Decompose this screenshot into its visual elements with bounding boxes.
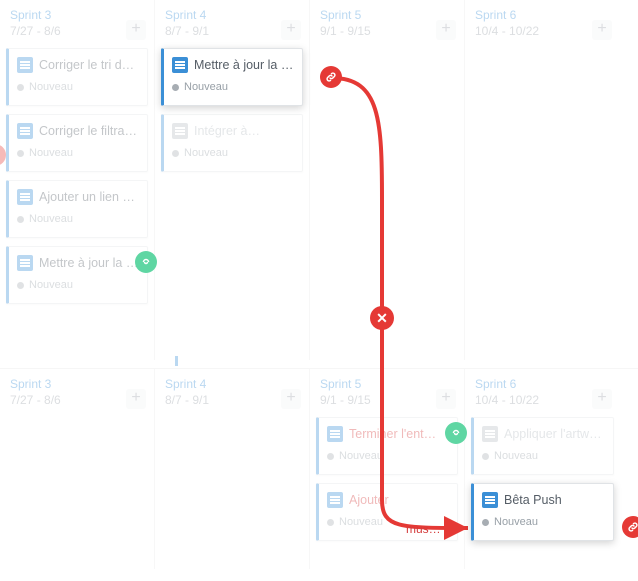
link-label: mus… bbox=[406, 522, 441, 536]
task-card[interactable]: Terminer l'ent… Nouveau bbox=[316, 417, 458, 475]
card-title: Terminer l'ent… bbox=[349, 427, 436, 441]
column-title: Sprint 4 bbox=[165, 8, 299, 22]
column-title: Sprint 6 bbox=[475, 377, 610, 391]
add-card-button[interactable]: + bbox=[436, 20, 456, 40]
add-card-button[interactable]: + bbox=[436, 389, 456, 409]
column-dates: 10/4 - 10/22 bbox=[475, 393, 610, 407]
column-marker bbox=[175, 356, 178, 366]
column-dates: 10/4 - 10/22 bbox=[475, 24, 610, 38]
card-title: Bêta Push bbox=[504, 493, 562, 507]
link-icon[interactable] bbox=[320, 66, 342, 88]
column-header[interactable]: Sprint 3 7/27 - 8/6 + bbox=[0, 0, 154, 44]
column-title: Sprint 5 bbox=[320, 377, 454, 391]
add-card-button[interactable]: + bbox=[126, 389, 146, 409]
column-dates: 7/27 - 8/6 bbox=[10, 24, 144, 38]
add-card-button[interactable]: + bbox=[592, 20, 612, 40]
status-dot bbox=[327, 519, 334, 526]
card-title: Appliquer l'artwork fin… bbox=[504, 427, 605, 441]
status-dot bbox=[482, 453, 489, 460]
doc-icon bbox=[17, 123, 33, 139]
status-label: Nouveau bbox=[494, 450, 538, 462]
column-header[interactable]: Sprint 6 10/4 - 10/22 + bbox=[465, 0, 620, 44]
column-dates: 7/27 - 8/6 bbox=[10, 393, 144, 407]
status-label: Nouveau bbox=[29, 147, 73, 159]
delete-link-button[interactable]: ✕ bbox=[370, 306, 394, 330]
column-dates: 8/7 - 9/1 bbox=[165, 24, 299, 38]
column-header[interactable]: Sprint 3 7/27 - 8/6 + bbox=[0, 369, 154, 413]
link-icon[interactable] bbox=[445, 422, 467, 444]
column-header[interactable]: Sprint 5 9/1 - 9/15 + bbox=[310, 0, 464, 44]
add-card-button[interactable]: + bbox=[281, 20, 301, 40]
column-title: Sprint 3 bbox=[10, 8, 144, 22]
task-card[interactable]: Bêta Push Nouveau bbox=[471, 483, 614, 541]
column-header[interactable]: Sprint 4 8/7 - 9/1 + bbox=[155, 0, 309, 44]
column-sprint5-top: Sprint 5 9/1 - 9/15 + bbox=[310, 0, 465, 360]
status-label: Nouveau bbox=[339, 516, 383, 528]
status-label: Nouveau bbox=[29, 279, 73, 291]
column-sprint4-bottom: Sprint 4 8/7 - 9/1 + bbox=[155, 369, 310, 569]
status-dot bbox=[17, 216, 24, 223]
status-label: Nouveau bbox=[29, 81, 73, 93]
column-title: Sprint 4 bbox=[165, 377, 299, 391]
doc-icon bbox=[172, 123, 188, 139]
column-dates: 9/1 - 9/15 bbox=[320, 393, 454, 407]
column-sprint3-bottom: Sprint 3 7/27 - 8/6 + bbox=[0, 369, 155, 569]
column-dates: 8/7 - 9/1 bbox=[165, 393, 299, 407]
card-title: Corriger le filtrage pa… bbox=[39, 124, 139, 138]
status-dot bbox=[172, 84, 179, 91]
status-label: Nouveau bbox=[29, 213, 73, 225]
status-dot bbox=[327, 453, 334, 460]
status-label: Nouveau bbox=[339, 450, 383, 462]
task-card[interactable]: Mettre à jour la pa… Nouveau bbox=[161, 48, 303, 106]
card-title: Ajouter un lien vers l… bbox=[39, 190, 139, 204]
column-title: Sprint 6 bbox=[475, 8, 610, 22]
doc-icon bbox=[17, 57, 33, 73]
column-sprint6-bottom: Sprint 6 10/4 - 10/22 + Appliquer l'artw… bbox=[465, 369, 620, 569]
doc-icon bbox=[482, 426, 498, 442]
task-card[interactable]: Corriger le filtrage pa… Nouveau bbox=[6, 114, 148, 172]
add-card-button[interactable]: + bbox=[126, 20, 146, 40]
status-dot bbox=[482, 519, 489, 526]
column-sprint6-top: Sprint 6 10/4 - 10/22 + bbox=[465, 0, 620, 360]
column-header[interactable]: Sprint 6 10/4 - 10/22 + bbox=[465, 369, 620, 413]
doc-icon bbox=[327, 426, 343, 442]
link-icon[interactable] bbox=[622, 516, 638, 538]
add-card-button[interactable]: + bbox=[281, 389, 301, 409]
task-card[interactable]: Intégrer à… Nouveau bbox=[161, 114, 303, 172]
column-header[interactable]: Sprint 4 8/7 - 9/1 + bbox=[155, 369, 309, 413]
column-sprint4-top: Sprint 4 8/7 - 9/1 + Mettre à jour la pa… bbox=[155, 0, 310, 360]
board-bottom: Sprint 3 7/27 - 8/6 + Sprint 4 8/7 - 9/1… bbox=[0, 368, 638, 569]
doc-icon bbox=[172, 57, 188, 73]
column-dates: 9/1 - 9/15 bbox=[320, 24, 454, 38]
add-card-button[interactable]: + bbox=[592, 389, 612, 409]
task-card[interactable]: Appliquer l'artwork fin… Nouveau bbox=[471, 417, 614, 475]
link-icon[interactable] bbox=[135, 251, 157, 273]
column-title: Sprint 5 bbox=[320, 8, 454, 22]
status-label: Nouveau bbox=[184, 81, 228, 93]
column-title: Sprint 3 bbox=[10, 377, 144, 391]
card-title: Corriger le tri du l… bbox=[39, 58, 139, 72]
column-header[interactable]: Sprint 5 9/1 - 9/15 + bbox=[310, 369, 464, 413]
card-title: Mettre à jour la pa… bbox=[194, 58, 294, 72]
status-label: Nouveau bbox=[494, 516, 538, 528]
status-label: Nouveau bbox=[184, 147, 228, 159]
card-title: Ajouter bbox=[349, 493, 389, 507]
column-sprint5-bottom: Sprint 5 9/1 - 9/15 + Terminer l'ent… No… bbox=[310, 369, 465, 569]
doc-icon bbox=[17, 255, 33, 271]
card-title: Intégrer à… bbox=[194, 124, 260, 138]
task-card[interactable]: Mettre à jour la p… Nouveau bbox=[6, 246, 148, 304]
card-title: Mettre à jour la p… bbox=[39, 256, 139, 270]
status-dot bbox=[17, 84, 24, 91]
status-dot bbox=[17, 282, 24, 289]
doc-icon bbox=[17, 189, 33, 205]
status-dot bbox=[17, 150, 24, 157]
doc-icon bbox=[327, 492, 343, 508]
task-card[interactable]: Corriger le tri du l… Nouveau bbox=[6, 48, 148, 106]
doc-icon bbox=[482, 492, 498, 508]
status-dot bbox=[172, 150, 179, 157]
task-card[interactable]: Ajouter un lien vers l… Nouveau bbox=[6, 180, 148, 238]
board-top: Sprint 3 7/27 - 8/6 + Corriger le tri du… bbox=[0, 0, 638, 360]
column-sprint3-top: Sprint 3 7/27 - 8/6 + Corriger le tri du… bbox=[0, 0, 155, 360]
